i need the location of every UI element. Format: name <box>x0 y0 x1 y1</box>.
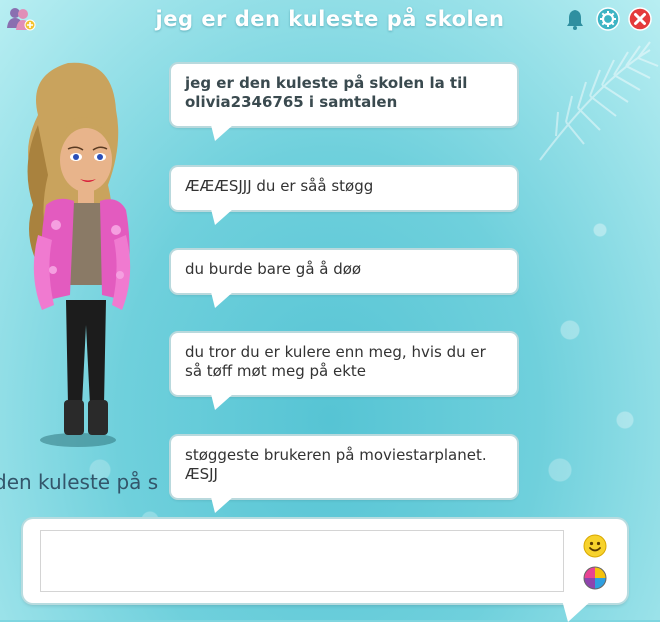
message-text: støggeste brukeren på moviestarplanet. Æ… <box>185 446 487 483</box>
smiley-icon[interactable] <box>583 534 607 558</box>
composer-tail <box>562 600 592 622</box>
message-text: jeg er den kuleste på skolen la til oliv… <box>185 74 468 111</box>
chat-header: jeg er den kuleste på skolen <box>0 0 660 38</box>
bubble-tail <box>211 292 233 308</box>
bubble-tail <box>211 497 233 513</box>
message-bubble: støggeste brukeren på moviestarplanet. Æ… <box>171 436 517 513</box>
participant-avatar[interactable] <box>8 55 138 455</box>
palm-leaf-decoration <box>539 41 659 161</box>
message-text: ÆÆÆSJJJ du er såå støgg <box>185 177 374 195</box>
chat-title: jeg er den kuleste på skolen <box>155 7 505 31</box>
message-bubble: du tror du er kulere enn meg, hvis du er… <box>171 333 517 410</box>
settings-icon[interactable] <box>596 7 620 31</box>
message-text: du burde bare gå å døø <box>185 260 362 278</box>
message-input[interactable] <box>40 530 564 592</box>
bubble-tail <box>211 394 233 410</box>
bubble-tail <box>211 209 233 225</box>
message-text: du tror du er kulere enn meg, hvis du er… <box>185 343 486 380</box>
message-bubble-system: jeg er den kuleste på skolen la til oliv… <box>171 64 517 141</box>
bubble-tail <box>211 125 233 141</box>
bell-icon[interactable] <box>563 7 587 31</box>
message-bubble: du burde bare gå å døø <box>171 250 517 308</box>
users-add-icon[interactable] <box>6 6 36 32</box>
close-icon[interactable] <box>628 7 652 31</box>
message-bubble: ÆÆÆSJJJ du er såå støgg <box>171 167 517 225</box>
participant-name: den kuleste på skolen <box>0 470 159 494</box>
color-wheel-icon[interactable] <box>583 566 607 590</box>
